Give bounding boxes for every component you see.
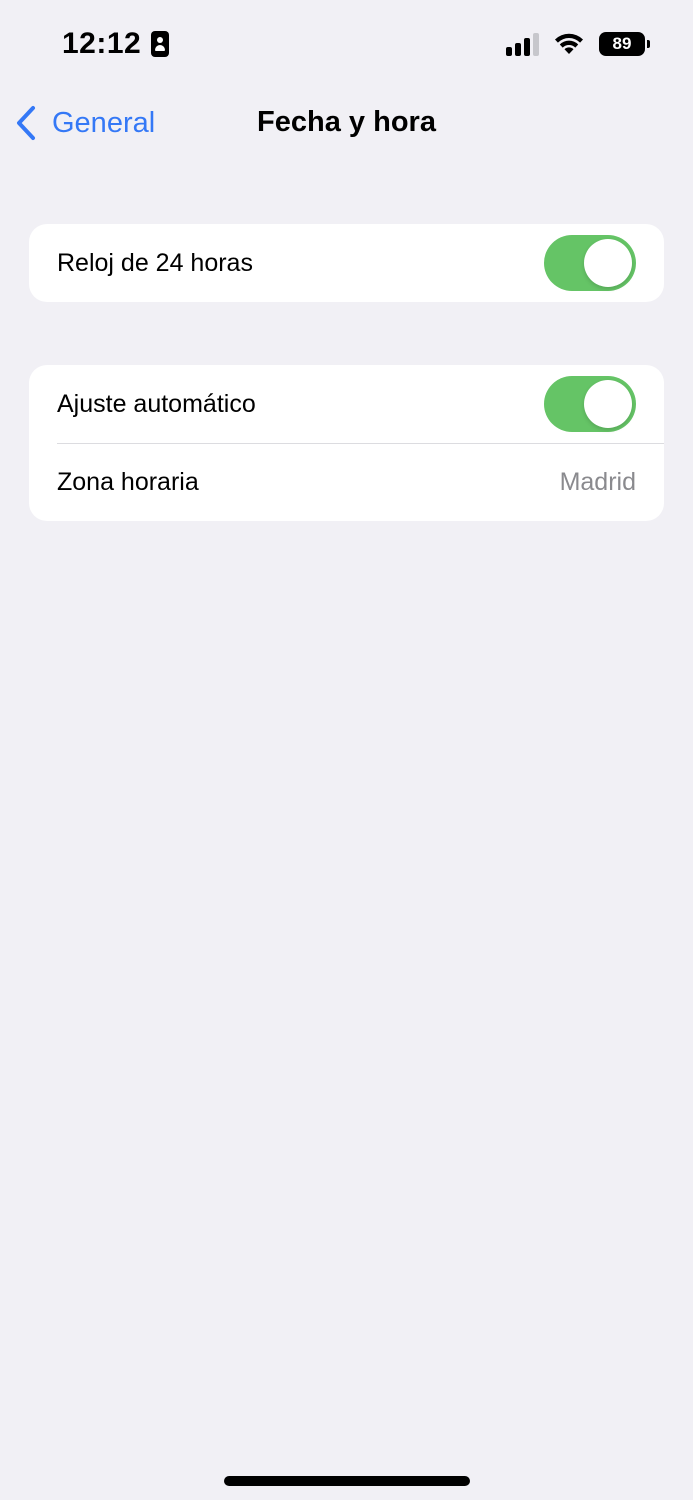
person-card-icon (151, 31, 170, 57)
row-set-automatically: Ajuste automático (29, 365, 664, 443)
navigation-bar: General Fecha y hora (0, 92, 693, 154)
status-bar: 12:12 89 (0, 0, 693, 92)
cellular-signal-icon (506, 32, 539, 56)
row-time-zone[interactable]: Zona horaria Madrid (29, 443, 664, 521)
page-title: Fecha y hora (257, 106, 436, 138)
row-24-hour-clock: Reloj de 24 horas (29, 224, 664, 302)
toggle-knob (584, 380, 632, 428)
clock-text: 12:12 (62, 27, 142, 60)
home-indicator[interactable] (224, 1476, 470, 1486)
battery-icon: 89 (599, 32, 650, 56)
toggle-knob (584, 239, 632, 287)
time-zone-value: Madrid (559, 467, 636, 496)
row-label: Ajuste automático (57, 389, 256, 418)
settings-group-time-zone: Ajuste automático Zona horaria Madrid (29, 365, 664, 521)
toggle-set-automatically[interactable] (544, 376, 636, 432)
toggle-24-hour-clock[interactable] (544, 235, 636, 291)
row-label: Reloj de 24 horas (57, 248, 253, 277)
wifi-icon (555, 33, 583, 54)
row-label: Zona horaria (57, 467, 199, 496)
settings-group-clock: Reloj de 24 horas (29, 224, 664, 302)
battery-level: 89 (612, 34, 632, 53)
status-time: 12:12 (62, 27, 170, 61)
status-indicators: 89 (506, 32, 650, 56)
